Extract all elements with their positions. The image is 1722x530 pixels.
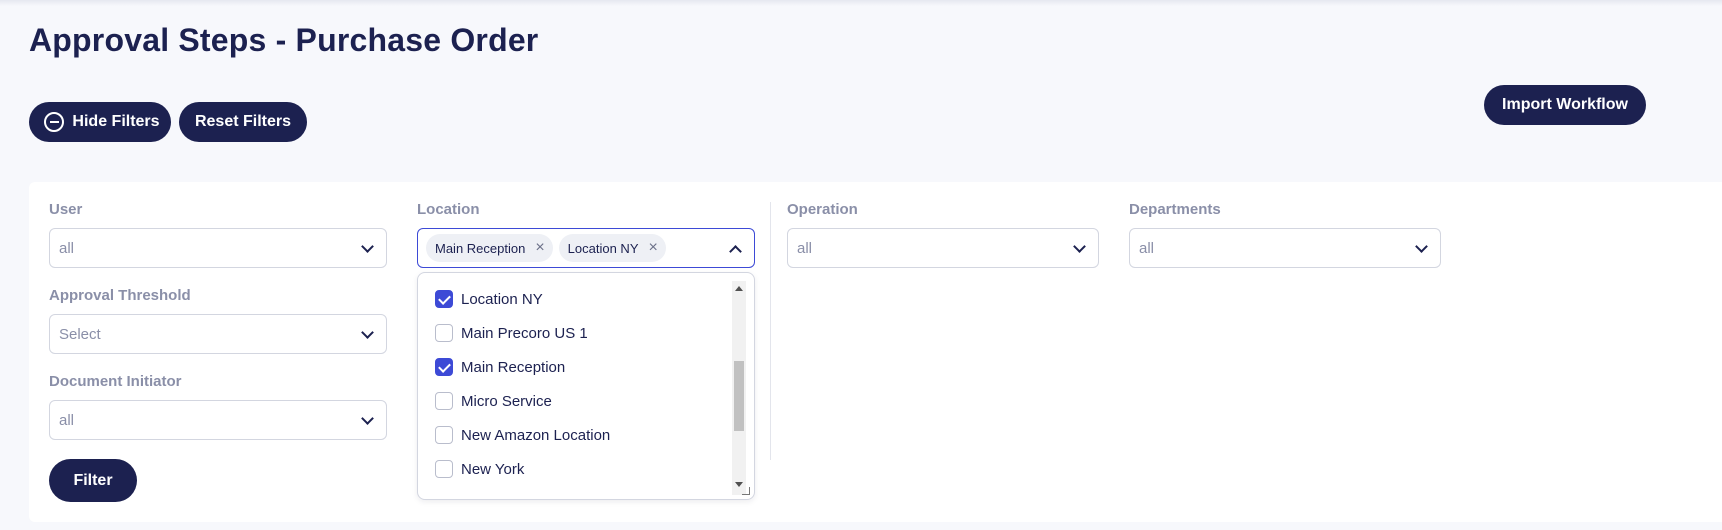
approval-threshold-value: Select bbox=[59, 325, 101, 343]
location-tag: Location NY × bbox=[558, 234, 666, 262]
reset-filters-button[interactable]: Reset Filters bbox=[179, 102, 307, 142]
chevron-down-icon bbox=[361, 240, 374, 253]
chevron-up-icon bbox=[729, 245, 742, 258]
column-divider bbox=[770, 202, 771, 460]
chevron-down-icon bbox=[1415, 240, 1428, 253]
chevron-down-icon bbox=[1073, 240, 1086, 253]
top-shadow bbox=[0, 0, 1722, 6]
chevron-down-icon bbox=[361, 326, 374, 339]
location-tag-label: Location NY bbox=[567, 240, 639, 256]
departments-label: Departments bbox=[1129, 201, 1221, 218]
location-option[interactable]: Micro Service bbox=[435, 391, 552, 411]
remove-tag-icon[interactable]: × bbox=[649, 240, 658, 256]
location-option[interactable]: Main Precoro US 1 bbox=[435, 323, 588, 343]
approval-threshold-select[interactable]: Select bbox=[49, 314, 387, 354]
location-option[interactable]: Location NY bbox=[435, 289, 543, 309]
location-option-label: New York bbox=[461, 460, 525, 478]
document-initiator-label: Document Initiator bbox=[49, 373, 182, 390]
operation-select[interactable]: all bbox=[787, 228, 1099, 268]
checkbox-checked[interactable] bbox=[435, 358, 453, 376]
user-select-value: all bbox=[59, 239, 75, 257]
import-workflow-button[interactable]: Import Workflow bbox=[1484, 85, 1646, 125]
remove-tag-icon[interactable]: × bbox=[535, 240, 544, 256]
checkbox[interactable] bbox=[435, 392, 453, 410]
checkbox[interactable] bbox=[435, 426, 453, 444]
document-initiator-value: all bbox=[59, 411, 75, 429]
hide-filters-button[interactable]: Hide Filters bbox=[29, 102, 171, 142]
location-tag: Main Reception × bbox=[426, 234, 553, 262]
scroll-thumb[interactable] bbox=[734, 361, 744, 431]
dropdown-scrollbar[interactable] bbox=[732, 281, 746, 495]
filter-button[interactable]: Filter bbox=[49, 459, 137, 502]
minus-circle-icon bbox=[44, 112, 65, 132]
location-tag-label: Main Reception bbox=[435, 240, 526, 256]
location-option-label: Main Precoro US 1 bbox=[461, 324, 588, 342]
location-label: Location bbox=[417, 201, 480, 218]
operation-label: Operation bbox=[787, 201, 858, 218]
checkbox-checked[interactable] bbox=[435, 290, 453, 308]
departments-select[interactable]: all bbox=[1129, 228, 1441, 268]
document-initiator-select[interactable]: all bbox=[49, 400, 387, 440]
user-label: User bbox=[49, 201, 83, 218]
location-dropdown: Location NY Main Precoro US 1 Main Recep… bbox=[417, 272, 755, 500]
chevron-down-icon bbox=[361, 412, 374, 425]
operation-select-value: all bbox=[797, 239, 813, 257]
resize-handle-icon[interactable] bbox=[742, 487, 750, 495]
location-option[interactable]: New York bbox=[435, 459, 524, 479]
location-option-label: Main Reception bbox=[461, 358, 566, 376]
location-option-label: Micro Service bbox=[461, 392, 552, 410]
checkbox[interactable] bbox=[435, 324, 453, 342]
approval-threshold-label: Approval Threshold bbox=[49, 287, 191, 304]
scroll-up-arrow-icon[interactable] bbox=[735, 286, 743, 291]
location-select[interactable]: Main Reception × Location NY × bbox=[417, 228, 755, 268]
location-option-label: New Amazon Location bbox=[461, 426, 611, 444]
checkbox[interactable] bbox=[435, 460, 453, 478]
user-select[interactable]: all bbox=[49, 228, 387, 268]
departments-select-value: all bbox=[1139, 239, 1155, 257]
location-option-label: Location NY bbox=[461, 290, 543, 308]
location-option[interactable]: New Amazon Location bbox=[435, 425, 610, 445]
hide-filters-label: Hide Filters bbox=[72, 113, 160, 130]
page-title: Approval Steps - Purchase Order bbox=[29, 22, 539, 58]
location-option[interactable]: Main Reception bbox=[435, 357, 565, 377]
